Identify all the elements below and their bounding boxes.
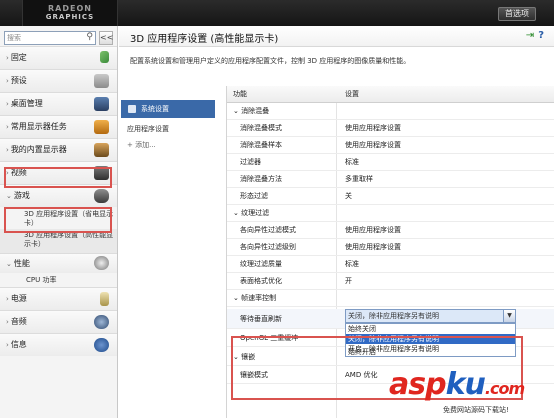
pin-icon [100, 51, 109, 63]
sidebar-item-builtin-display[interactable]: › 我的内置显示器 [0, 138, 117, 161]
sidebar: 搜索 ⚲ << › 固定 › 预设 › 桌面管理 › 常用显示器任务 › 我的内置显示器 … [0, 26, 118, 418]
tab-system-settings[interactable]: 系统设置 [121, 100, 215, 118]
battery-icon [100, 292, 109, 306]
main-header: 3D 应用程序设置 (高性能显示卡) ⇥? [119, 26, 554, 47]
table-header: 功能 设置 [227, 86, 554, 103]
help-icon[interactable]: ? [538, 30, 548, 41]
radeon-logo: RADEON GRAPHICS [22, 0, 118, 26]
laptop-icon [94, 143, 109, 157]
add-profile-button[interactable]: + 添加... [127, 140, 156, 150]
settings-icon [128, 105, 136, 113]
watermark-logo: aspku.com 免费网站源码下载站! [389, 367, 525, 414]
preset-icon [94, 74, 109, 88]
table-row[interactable]: 过滤器 标准 [227, 154, 554, 171]
highlight-gaming [4, 167, 112, 188]
gauge-icon [94, 256, 109, 270]
tab-application-settings[interactable]: 应用程序设置 [127, 124, 169, 134]
vsync-dropdown[interactable]: 关闭，除非应用程序另有说明 ▼ [345, 309, 516, 323]
pin-icon[interactable]: ⇥ [526, 30, 538, 41]
preferences-button[interactable]: 首选项 [498, 7, 536, 21]
group-texture-filtering[interactable]: ⌄ 纹理过滤 [227, 205, 554, 222]
collapse-sidebar-button[interactable]: << [99, 30, 113, 45]
sidebar-item-power[interactable]: › 电源 [0, 287, 117, 310]
chevron-down-icon[interactable]: ▼ [503, 310, 515, 322]
sidebar-item-pinned[interactable]: › 固定 [0, 46, 117, 69]
group-antialiasing[interactable]: ⌄ 消除混叠 [227, 103, 554, 120]
gamepad-icon [94, 189, 109, 203]
vsync-option[interactable]: 始终关闭 [346, 324, 515, 334]
table-row[interactable]: 各向异性过滤级别 使用应用程序设置 [227, 239, 554, 256]
table-row[interactable]: 消除混叠样本 使用应用程序设置 [227, 137, 554, 154]
page-title: 3D 应用程序设置 (高性能显示卡) [130, 34, 279, 45]
info-icon [94, 338, 109, 352]
table-row[interactable]: 形态过滤关 [227, 188, 554, 205]
desktop-icon [94, 97, 109, 111]
top-bar: RADEON GRAPHICS 首选项 [0, 0, 554, 26]
page-description: 配置系统设置和管理用户定义的应用程序配置文件，控制 3D 应用程序的图像质量和性… [130, 57, 411, 65]
sidebar-item-information[interactable]: › 信息 [0, 333, 117, 356]
table-row[interactable]: 各向异性过滤模式 使用应用程序设置 [227, 222, 554, 239]
sidebar-item-performance[interactable]: ⌄ 性能 [0, 253, 117, 273]
header-icons: ⇥? [526, 30, 548, 41]
sidebar-item-audio[interactable]: › 音频 [0, 310, 117, 333]
group-frame-rate-control[interactable]: ⌄ 帧速率控制 [227, 290, 554, 307]
sidebar-item-presets[interactable]: › 预设 [0, 69, 117, 92]
table-row[interactable]: 消除混叠模式 使用应用程序设置 [227, 120, 554, 137]
sidebar-item-desktop-management[interactable]: › 桌面管理 [0, 92, 117, 115]
highlight-high-performance [4, 207, 112, 233]
table-row[interactable]: 消除混叠方法 多重取样 [227, 171, 554, 188]
search-row: 搜索 ⚲ << [0, 26, 117, 46]
table-row[interactable]: 表面格式优化开 [227, 273, 554, 290]
sidebar-subitem-cpu-power[interactable]: CPU 功率 [0, 273, 117, 287]
table-row[interactable]: 纹理过滤质量 标准 [227, 256, 554, 273]
profile-tabs: 系统设置 应用程序设置 + 添加... [119, 100, 215, 418]
search-icon: ⚲ [86, 31, 93, 42]
monitor-tasks-icon [94, 120, 109, 134]
speaker-icon [94, 315, 109, 329]
sidebar-item-display-tasks[interactable]: › 常用显示器任务 [0, 115, 117, 138]
main-panel: 3D 应用程序设置 (高性能显示卡) ⇥? 配置系统设置和管理用户定义的应用程序… [119, 26, 554, 418]
search-input[interactable]: 搜索 ⚲ [4, 30, 96, 45]
